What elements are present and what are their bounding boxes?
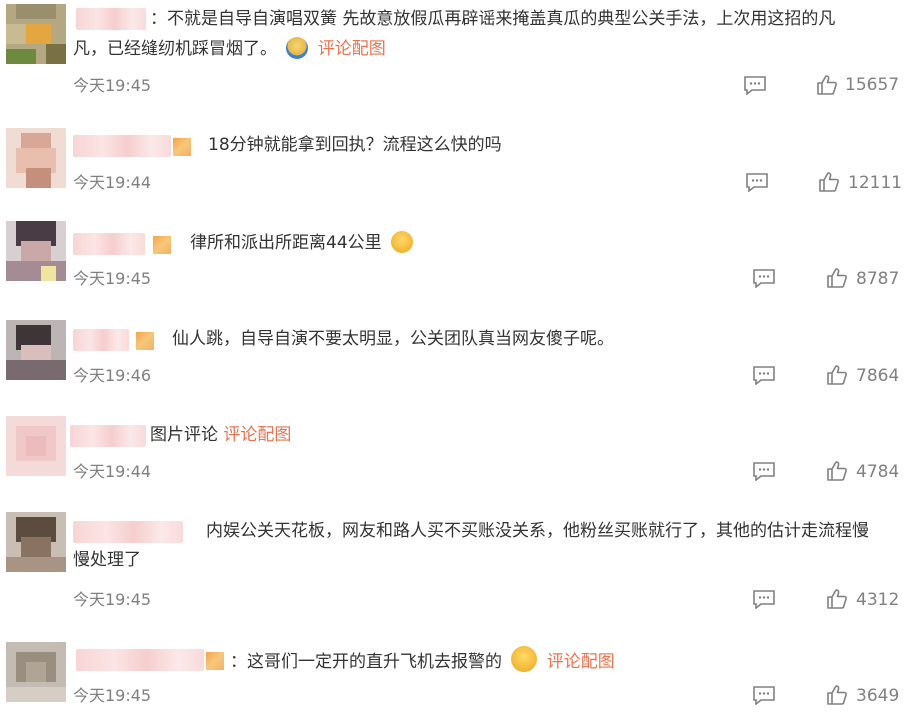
avatar[interactable] <box>6 320 66 380</box>
timestamp: 今天19:44 <box>73 173 152 192</box>
like-count: 4784 <box>856 462 900 482</box>
timestamp: 今天19:44 <box>73 462 152 481</box>
reply-icon[interactable] <box>743 75 767 95</box>
timestamp: 今天19:45 <box>73 686 152 705</box>
comment-text: 仙人跳，自导自演不要太明显，公关团队真当网友傻子呢。 <box>172 329 614 349</box>
comment-text-cont: 凡，已经缝纫机踩冒烟了。 评论配图 <box>73 37 386 59</box>
avatar-image <box>6 128 66 188</box>
member-badge-icon <box>153 236 171 254</box>
avatar[interactable] <box>6 512 66 572</box>
username-blurred[interactable] <box>70 425 146 447</box>
avatar-image <box>6 642 66 702</box>
comment-item: ：这哥们一定开的直升飞机去报警的 评论配图 今天19:45 3649 <box>0 612 909 714</box>
like-count: 12111 <box>848 173 903 193</box>
comment-text: ：这哥们一定开的直升飞机去报警的 评论配图 <box>230 646 615 675</box>
shocked-emoji-icon <box>511 646 538 672</box>
like-count: 8787 <box>856 269 900 289</box>
comment-item: 图片评论 评论配图 今天19:44 4784 <box>0 388 909 484</box>
avatar-image <box>6 416 66 476</box>
like-icon[interactable] <box>826 684 848 706</box>
username-blurred[interactable] <box>73 135 171 157</box>
avatar[interactable] <box>6 642 66 702</box>
avatar-image <box>6 221 66 281</box>
avatar-image <box>6 320 66 380</box>
laugh-cry-emoji-icon <box>391 231 414 253</box>
timestamp: 今天19:45 <box>73 76 152 95</box>
like-icon[interactable] <box>816 74 838 96</box>
like-icon[interactable] <box>826 460 848 482</box>
reply-icon[interactable] <box>752 268 776 288</box>
avatar-image <box>6 512 66 572</box>
avatar[interactable] <box>6 416 66 476</box>
like-count: 4312 <box>856 590 900 610</box>
comment-text-cont: 慢处理了 <box>73 550 141 570</box>
username-blurred[interactable] <box>73 521 183 543</box>
member-badge-icon <box>206 652 224 670</box>
comment-item: 18分钟就能拿到回执？流程这么快的吗 今天19:44 12111 <box>0 100 909 196</box>
like-count: 7864 <box>856 366 900 386</box>
reply-icon[interactable] <box>745 172 769 192</box>
comment-item: 内娱公关天花板，网友和路人买不买账没关系，他粉丝买账就行了，其他的估计走流程慢 … <box>0 484 909 612</box>
reply-icon[interactable] <box>752 589 776 609</box>
comment-text: 18分钟就能拿到回执？流程这么快的吗 <box>208 135 502 155</box>
avatar-image <box>6 4 66 64</box>
comment-item: 仙人跳，自导自演不要太明显，公关团队真当网友傻子呢。 今天19:46 7864 <box>0 292 909 388</box>
comment-text: 律所和派出所距离44公里 <box>190 230 417 256</box>
avatar[interactable] <box>6 4 66 64</box>
comment-item: 律所和派出所距离44公里 今天19:45 8787 <box>0 196 909 292</box>
username-blurred[interactable] <box>76 649 204 671</box>
username-blurred[interactable] <box>73 233 145 255</box>
timestamp: 今天19:46 <box>73 366 152 385</box>
like-icon[interactable] <box>826 588 848 610</box>
reply-icon[interactable] <box>752 365 776 385</box>
member-badge-icon <box>136 332 154 350</box>
like-count: 15657 <box>845 75 900 95</box>
username-blurred[interactable] <box>76 8 146 30</box>
like-icon[interactable] <box>818 171 840 193</box>
image-comment-link[interactable]: 评论配图 <box>547 652 615 672</box>
comment-text: 图片评论 评论配图 <box>150 425 292 445</box>
image-comment-link[interactable]: 评论配图 <box>318 39 386 59</box>
avatar[interactable] <box>6 128 66 188</box>
reply-icon[interactable] <box>752 685 776 705</box>
image-comment-link[interactable]: 评论配图 <box>223 425 291 445</box>
timestamp: 今天19:45 <box>73 590 152 609</box>
comment-text: ：不就是自导自演唱双簧 先故意放假瓜再辟谣来掩盖真瓜的典型公关手法，上次用这招的… <box>150 9 836 29</box>
like-icon[interactable] <box>826 267 848 289</box>
avatar[interactable] <box>6 221 66 281</box>
bear-emoji-icon <box>286 37 309 59</box>
username-blurred[interactable] <box>73 329 129 351</box>
timestamp: 今天19:45 <box>73 269 152 288</box>
like-count: 3649 <box>856 686 900 706</box>
member-badge-icon <box>173 138 191 156</box>
comment-text: 内娱公关天花板，网友和路人买不买账没关系，他粉丝买账就行了，其他的估计走流程慢 <box>206 521 869 541</box>
like-icon[interactable] <box>826 364 848 386</box>
comment-item: ：不就是自导自演唱双簧 先故意放假瓜再辟谣来掩盖真瓜的典型公关手法，上次用这招的… <box>0 0 909 100</box>
reply-icon[interactable] <box>752 461 776 481</box>
